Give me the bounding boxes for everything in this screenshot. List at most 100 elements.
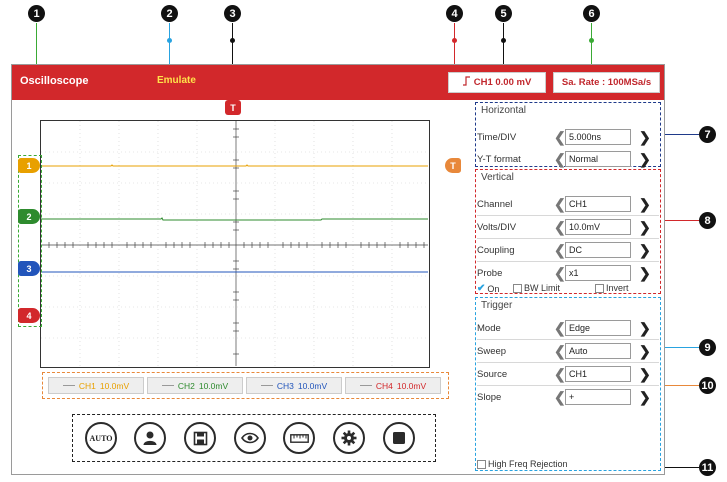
yt-format-prev[interactable]: ❮ — [554, 152, 566, 166]
channel-value[interactable]: CH1 — [565, 196, 631, 212]
ch1-chip-swatch — [62, 385, 75, 386]
mode-prev[interactable]: ❮ — [554, 321, 566, 335]
sweep-divider — [477, 362, 659, 363]
horizontal-title: Horizontal — [481, 105, 527, 116]
bw-limit-label: BW Limit — [524, 283, 560, 293]
ch1-chip[interactable]: CH1 10.0mV — [48, 377, 144, 394]
user-button[interactable] — [134, 422, 166, 454]
ch3-marker[interactable]: 3 — [18, 261, 40, 276]
source-prev[interactable]: ❮ — [554, 367, 566, 381]
ch1-marker-label: 1 — [26, 160, 32, 171]
bw-limit-checkbox[interactable]: BW Limit — [513, 283, 560, 293]
mode-value[interactable]: Edge — [565, 320, 631, 336]
time-div-prev[interactable]: ❮ — [554, 130, 566, 144]
probe-value[interactable]: x1 — [565, 265, 631, 281]
callout-7: 7 — [699, 126, 716, 143]
slope-value[interactable]: + — [565, 389, 631, 405]
ch4-chip-scale: 10.0mV — [396, 380, 427, 391]
ch1-chip-label: CH1 — [78, 380, 96, 391]
trigger-title: Trigger — [481, 300, 513, 311]
ch4-marker[interactable]: 4 — [18, 308, 40, 323]
ch3-chip-label: CH3 — [276, 380, 294, 391]
vertical-title: Vertical — [481, 172, 514, 183]
coupling-label: Coupling — [477, 245, 515, 256]
callout-2: 2 — [161, 5, 178, 22]
coupling-value[interactable]: DC — [565, 242, 631, 258]
leader-2-dot — [167, 38, 172, 43]
sweep-next[interactable]: ❯ — [639, 344, 651, 358]
ch2-chip-scale: 10.0mV — [198, 380, 229, 391]
source-label: Source — [477, 369, 508, 380]
mode-next[interactable]: ❯ — [639, 321, 651, 335]
waveform-display[interactable] — [40, 120, 430, 368]
volts-div-prev[interactable]: ❮ — [554, 220, 566, 234]
ch2-marker-label: 2 — [26, 211, 32, 222]
sweep-label: Sweep — [477, 346, 507, 357]
time-div-next[interactable]: ❯ — [639, 130, 651, 144]
time-div-label: Time/DIV — [477, 132, 517, 143]
measure-button[interactable] — [283, 422, 315, 454]
yt-format-value[interactable]: Normal — [565, 151, 631, 167]
eye-icon — [241, 432, 259, 444]
ch4-chip[interactable]: CH4 10.0mV — [345, 377, 441, 394]
time-div-value[interactable]: 5.000ns — [565, 129, 631, 145]
sample-rate-button[interactable]: Sa. Rate : 100MSa/s — [553, 72, 660, 93]
yt-format-next[interactable]: ❯ — [639, 152, 651, 166]
ch2-marker[interactable]: 2 — [18, 209, 40, 224]
slope-next[interactable]: ❯ — [639, 390, 651, 404]
coupling-prev[interactable]: ❮ — [554, 243, 566, 257]
source-value[interactable]: CH1 — [565, 366, 631, 382]
sweep-prev[interactable]: ❮ — [554, 344, 566, 358]
mode-label: Emulate — [157, 75, 196, 86]
yt-format-label: Y-T format — [477, 154, 521, 165]
coupling-next[interactable]: ❯ — [639, 243, 651, 257]
callout-10: 10 — [699, 377, 716, 394]
ch1-marker[interactable]: 1 — [18, 158, 40, 173]
probe-prev[interactable]: ❮ — [554, 266, 566, 280]
invert-label: Invert — [606, 283, 629, 293]
ch1-trace — [41, 164, 428, 167]
slope-label: Slope — [477, 392, 502, 403]
ch3-chip[interactable]: CH3 10.0mV — [246, 377, 342, 394]
trigger-edge-icon — [462, 76, 470, 89]
invert-checkbox[interactable]: Invert — [595, 283, 629, 293]
ch2-chip[interactable]: CH2 10.0mV — [147, 377, 243, 394]
callout-11: 11 — [699, 459, 716, 476]
grid — [41, 121, 428, 366]
channel-next[interactable]: ❯ — [639, 197, 651, 211]
slope-prev[interactable]: ❮ — [554, 390, 566, 404]
sweep-value[interactable]: Auto — [565, 343, 631, 359]
probe-next[interactable]: ❯ — [639, 266, 651, 280]
settings-button[interactable] — [333, 422, 365, 454]
channel-prev[interactable]: ❮ — [554, 197, 566, 211]
volts-div-divider — [477, 238, 659, 239]
ch3-chip-scale: 10.0mV — [297, 380, 328, 391]
channel-label: Channel — [477, 199, 513, 210]
save-button[interactable] — [184, 422, 216, 454]
source-divider — [477, 385, 659, 386]
on-checkbox[interactable]: ✔ On — [477, 283, 499, 294]
callout-8: 8 — [699, 212, 716, 229]
stop-button[interactable] — [383, 422, 415, 454]
leader-5-dot — [501, 38, 506, 43]
hf-rejection-box — [477, 459, 486, 469]
trigger-readout-text: CH1 0.00 mV — [473, 77, 532, 88]
volts-div-next[interactable]: ❯ — [639, 220, 651, 234]
volts-div-value[interactable]: 10.0mV — [565, 219, 631, 235]
hf-rejection-checkbox[interactable]: High Freq Rejection — [477, 459, 568, 469]
app-title: Oscilloscope — [20, 75, 89, 87]
source-next[interactable]: ❯ — [639, 367, 651, 381]
auto-button[interactable]: AUTO — [85, 422, 117, 454]
on-check-icon: ✔ — [477, 283, 486, 294]
trigger-readout-button[interactable]: CH1 0.00 mV — [448, 72, 546, 93]
on-label: On — [487, 283, 500, 294]
ch2-chip-label: CH2 — [177, 380, 195, 391]
trigger-position-marker[interactable]: T — [225, 100, 241, 115]
leader-2 — [169, 23, 170, 69]
trigger-level-marker[interactable]: T — [445, 158, 461, 173]
display-button[interactable] — [234, 422, 266, 454]
callout-4: 4 — [446, 5, 463, 22]
callout-3: 3 — [224, 5, 241, 22]
leader-6-dot — [589, 38, 594, 43]
leader-4-dot — [452, 38, 457, 43]
